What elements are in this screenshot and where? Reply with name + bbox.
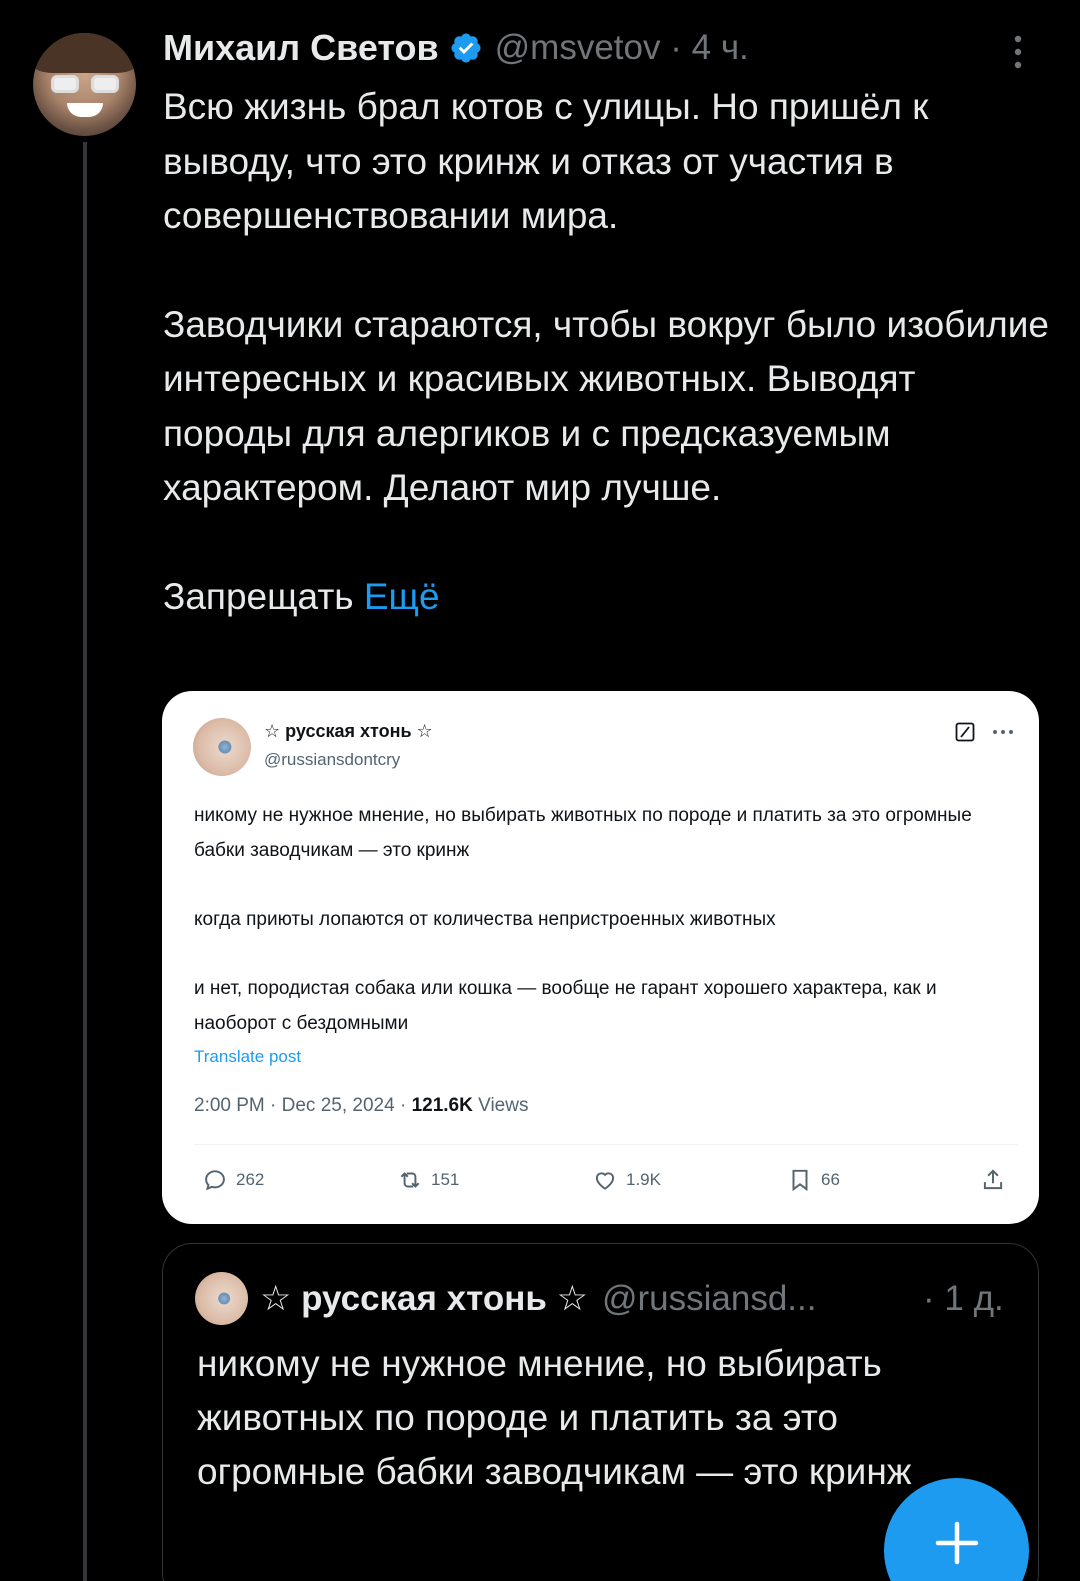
avatar-glasses <box>51 75 119 93</box>
screenshot-text: никому не нужное мнение, но выбирать жив… <box>194 798 1014 1041</box>
screenshot-author-handle: @russiansdontcry <box>264 750 401 769</box>
screenshot-translate-link: Translate post <box>194 1047 302 1066</box>
bookmark-icon <box>792 1169 808 1192</box>
heart-icon <box>595 1172 615 1190</box>
verified-badge-icon <box>451 33 481 63</box>
author-handle[interactable]: @msvetov · 4 ч. <box>495 28 749 68</box>
tweet-paragraph-truncated: Запрещать Ещё <box>163 575 440 617</box>
screenshot-paragraph: когда приюты лопаются от количества непр… <box>194 909 776 930</box>
grok-icon <box>955 722 975 742</box>
screenshot-avatar <box>193 718 251 776</box>
repost-icon <box>400 1172 420 1188</box>
screenshot-share <box>980 1165 1014 1195</box>
screenshot-paragraph: никому не нужное мнение, но выбирать жив… <box>194 805 972 861</box>
quote-avatar <box>195 1272 248 1325</box>
share-icon <box>983 1169 1003 1190</box>
quote-author-name: ☆ русская хтонь ☆ <box>260 1279 588 1318</box>
tweet-header: Михаил Светов @msvetov · 4 ч. <box>163 26 749 70</box>
show-more-link[interactable]: Ещё <box>364 576 440 617</box>
avatar-smile <box>67 103 103 117</box>
screenshot-reply: 262 <box>202 1165 264 1195</box>
screenshot-actions: 262 151 1.9K 66 <box>162 1165 1039 1195</box>
quote-author-handle: @russiansd... <box>601 1279 817 1318</box>
screenshot-divider <box>194 1144 1018 1145</box>
author-avatar[interactable] <box>33 33 136 136</box>
tweet-paragraph: Заводчики стараются, чтобы вокруг было и… <box>163 303 1049 509</box>
screenshot-bookmark: 66 <box>787 1165 840 1195</box>
screenshot-repost: 151 <box>397 1165 459 1195</box>
tweet-paragraph: Всю жизнь брал котов с улицы. Но пришёл … <box>163 86 929 236</box>
thread-line <box>83 142 87 1581</box>
tweet-text: Всю жизнь брал котов с улицы. Но пришёл … <box>163 80 1053 624</box>
attached-screenshot[interactable]: ☆ русская хтонь ☆ @russiansdontcry ником… <box>162 691 1039 1224</box>
reply-icon <box>205 1170 225 1191</box>
screenshot-like: 1.9K <box>592 1165 661 1195</box>
plus-icon <box>935 1521 979 1565</box>
quote-header: ☆ русская хтонь ☆ @russiansd... <box>260 1274 816 1324</box>
screenshot-meta: 2:00 PM · Dec 25, 2024 · 121.6K Views <box>194 1095 529 1116</box>
screenshot-paragraph: и нет, породистая собака или кошка — воо… <box>194 978 937 1034</box>
quote-timestamp: · 1 д. <box>923 1279 1004 1318</box>
quote-text: никому не нужное мнение, но выбирать жив… <box>197 1343 912 1492</box>
more-vertical-icon[interactable] <box>1007 34 1029 70</box>
author-name[interactable]: Михаил Светов <box>163 27 439 69</box>
avatar-hair <box>33 33 136 73</box>
screenshot-author-name: ☆ русская хтонь ☆ <box>264 721 433 741</box>
screenshot-more-icon <box>993 730 1013 734</box>
